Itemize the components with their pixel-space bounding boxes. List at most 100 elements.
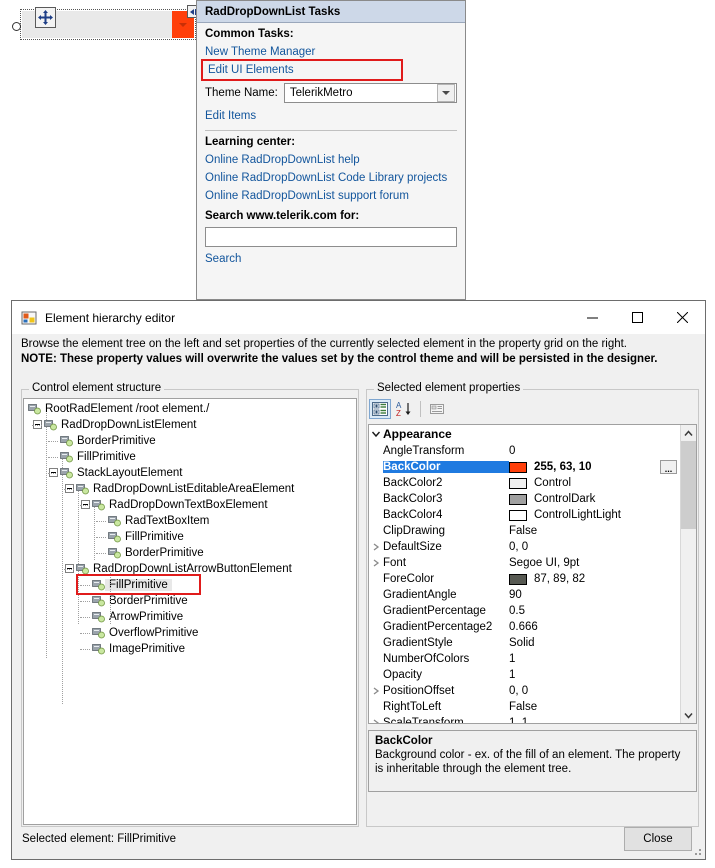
property-value[interactable]: False — [509, 525, 680, 537]
raddropdownlist-design-control[interactable] — [12, 5, 200, 40]
tree-node[interactable]: RadDropDownTextBoxElement — [24, 497, 356, 513]
color-swatch — [509, 573, 527, 585]
property-value-text: 0 — [509, 445, 516, 457]
property-row[interactable]: AngleTransform 0 — [369, 443, 680, 459]
property-row[interactable]: ForeColor 87, 89, 82 — [369, 571, 680, 587]
property-name: NumberOfColors — [383, 653, 470, 665]
tree-guide-line — [96, 553, 106, 554]
property-value[interactable]: False — [509, 701, 680, 713]
tree-node[interactable]: StackLayoutElement — [24, 465, 356, 481]
property-value[interactable]: 0, 0 — [509, 541, 680, 553]
property-value[interactable]: 0.666 — [509, 621, 680, 633]
category-collapse-toggle[interactable] — [369, 429, 383, 439]
property-editor-ellipsis-button[interactable]: ... — [660, 460, 677, 474]
tree-node-label: FillPrimitive — [125, 531, 184, 543]
tree-node-label: RootRadElement /root element./ — [45, 403, 210, 415]
property-row[interactable]: RightToLeft False — [369, 699, 680, 715]
property-row[interactable]: Font Segoe UI, 9pt — [369, 555, 680, 571]
property-row[interactable]: GradientPercentage2 0.666 — [369, 619, 680, 635]
scrollbar-thumb[interactable] — [681, 441, 696, 529]
resize-grip-icon[interactable] — [691, 845, 703, 857]
property-pages-button[interactable] — [426, 399, 448, 419]
element-tree[interactable]: RootRadElement /root element./ RadDropDow… — [23, 398, 357, 825]
property-expander[interactable] — [369, 686, 383, 696]
property-value[interactable]: 1 — [509, 653, 680, 665]
property-row[interactable]: GradientStyle Solid — [369, 635, 680, 651]
minimize-button[interactable] — [570, 301, 615, 334]
tree-node[interactable]: OverflowPrimitive — [24, 625, 356, 641]
scroll-down-button[interactable] — [681, 707, 696, 723]
property-row[interactable]: BackColor2 Control — [369, 475, 680, 491]
theme-name-label: Theme Name: — [205, 87, 278, 99]
property-value[interactable]: 255, 63, 10 — [509, 461, 680, 473]
property-value-text: 1 — [509, 653, 516, 665]
close-button[interactable] — [660, 301, 705, 334]
theme-name-combobox[interactable]: TelerikMetro — [283, 83, 457, 103]
property-value[interactable]: Segoe UI, 9pt — [509, 557, 680, 569]
tree-node[interactable]: RootRadElement /root element./ — [24, 401, 356, 417]
scroll-up-button[interactable] — [681, 425, 696, 441]
chevron-right-icon — [373, 559, 380, 567]
link-online-help[interactable]: Online RadDropDownList help — [205, 151, 457, 169]
tree-node-label: ArrowPrimitive — [109, 611, 184, 623]
property-row[interactable]: NumberOfColors 1 — [369, 651, 680, 667]
color-swatch — [509, 493, 527, 505]
tree-node[interactable]: RadDropDownListElement — [24, 417, 356, 433]
property-row[interactable]: Opacity 1 — [369, 667, 680, 683]
property-row[interactable]: BackColor 255, 63, 10... — [369, 459, 680, 475]
link-search[interactable]: Search — [205, 247, 457, 268]
property-row[interactable]: DefaultSize 0, 0 — [369, 539, 680, 555]
tree-node-label: RadDropDownTextBoxElement — [109, 499, 268, 511]
alphabetical-sort-button[interactable]: A Z — [393, 399, 415, 419]
property-value[interactable]: ControlDark — [509, 493, 680, 505]
instructions-block: Browse the element tree on the left and … — [12, 334, 705, 371]
tree-node[interactable]: BorderPrimitive — [24, 593, 356, 609]
property-value[interactable]: 0, 0 — [509, 685, 680, 697]
property-list[interactable]: Appearance AngleTransform 0 BackColor 255, 6… — [368, 424, 697, 724]
link-code-library-projects[interactable]: Online RadDropDownList Code Library proj… — [205, 169, 457, 187]
property-row[interactable]: GradientAngle 90 — [369, 587, 680, 603]
property-value[interactable]: 1 — [509, 669, 680, 681]
property-expander[interactable] — [369, 558, 383, 568]
property-row[interactable]: BackColor4 ControlLightLight — [369, 507, 680, 523]
tree-node[interactable]: ImagePrimitive — [24, 641, 356, 657]
property-value[interactable]: 1, 1 — [509, 717, 680, 723]
telerik-search-input[interactable] — [205, 227, 457, 247]
property-expander[interactable] — [369, 718, 383, 723]
tree-node[interactable]: RadTextBoxItem — [24, 513, 356, 529]
dialog-titlebar[interactable]: Element hierarchy editor — [12, 301, 705, 334]
close-dialog-button[interactable]: Close — [624, 827, 692, 851]
property-value[interactable]: 0.5 — [509, 605, 680, 617]
link-new-theme-manager[interactable]: New Theme Manager — [205, 43, 457, 61]
property-row[interactable]: GradientPercentage 0.5 — [369, 603, 680, 619]
property-value[interactable]: 87, 89, 82 — [509, 573, 680, 585]
property-row[interactable]: PositionOffset 0, 0 — [369, 683, 680, 699]
resize-handle-left[interactable] — [12, 22, 21, 31]
move-handle[interactable] — [35, 7, 56, 28]
property-row[interactable]: ClipDrawing False — [369, 523, 680, 539]
property-value[interactable]: 0 — [509, 445, 680, 457]
window-controls — [570, 301, 705, 334]
link-edit-ui-elements[interactable]: Edit UI Elements — [205, 61, 457, 79]
tree-node[interactable]: ArrowPrimitive — [24, 609, 356, 625]
property-grid-scrollbar[interactable] — [680, 425, 696, 723]
property-row[interactable]: BackColor3 ControlDark — [369, 491, 680, 507]
property-value[interactable]: Control — [509, 477, 680, 489]
property-value[interactable]: 90 — [509, 589, 680, 601]
link-edit-items[interactable]: Edit Items — [205, 107, 457, 125]
tree-node[interactable]: FillPrimitive — [24, 577, 356, 593]
property-row[interactable]: ScaleTransform 1, 1 — [369, 715, 680, 723]
property-category-row[interactable]: Appearance — [369, 426, 680, 442]
maximize-button[interactable] — [615, 301, 660, 334]
property-value[interactable]: ControlLightLight — [509, 509, 680, 521]
theme-dropdown-button[interactable] — [437, 84, 455, 102]
property-name: BackColor2 — [383, 477, 443, 489]
link-support-forum[interactable]: Online RadDropDownList support forum — [205, 187, 457, 205]
property-expander[interactable] — [369, 542, 383, 552]
tree-node[interactable]: FillPrimitive — [24, 529, 356, 545]
property-value[interactable]: Solid — [509, 637, 680, 649]
tree-node[interactable]: FillPrimitive — [24, 449, 356, 465]
tree-node[interactable]: BorderPrimitive — [24, 433, 356, 449]
categorized-view-button[interactable] — [369, 399, 391, 419]
tree-node[interactable]: BorderPrimitive — [24, 545, 356, 561]
